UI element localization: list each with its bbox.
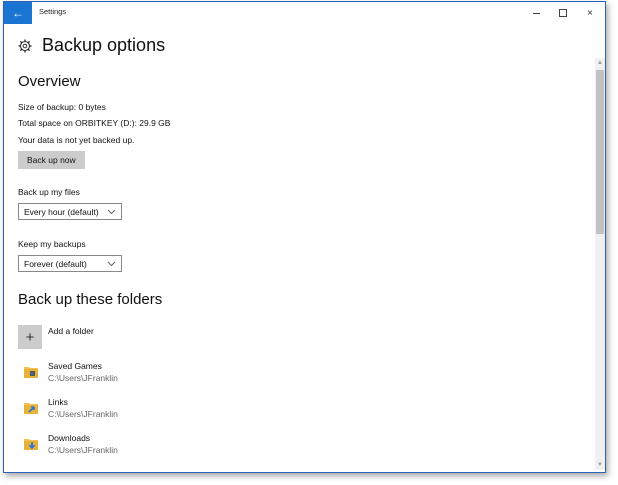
page-title: Backup options	[42, 35, 166, 55]
back-up-now-button[interactable]: Back up now	[18, 151, 85, 169]
folders-heading: Back up these folders	[18, 291, 163, 308]
add-folder-label[interactable]: Add a folder	[48, 326, 94, 336]
minimize-button[interactable]	[524, 4, 548, 22]
backup-status-text: Your data is not yet backed up.	[18, 135, 135, 145]
scroll-thumb[interactable]	[596, 70, 604, 234]
folder-path: C:\Users\JFranklin	[48, 445, 118, 455]
vertical-scrollbar[interactable]: ▲ ▼	[595, 58, 605, 470]
keep-backups-label: Keep my backups	[18, 239, 86, 249]
total-space-text: Total space on ORBITKEY (D:): 29.9 GB	[18, 118, 171, 128]
backup-frequency-label: Back up my files	[18, 187, 80, 197]
folder-path: C:\Users\JFranklin	[48, 409, 118, 419]
folder-item-saved-games[interactable]: Saved Games C:\Users\JFranklin	[18, 361, 318, 391]
scroll-up-icon[interactable]: ▲	[595, 58, 605, 68]
links-folder-icon	[24, 401, 38, 414]
scroll-down-icon[interactable]: ▼	[595, 460, 605, 470]
folder-path: C:\Users\JFranklin	[48, 373, 118, 383]
downloads-folder-icon	[24, 437, 38, 450]
folder-item-links[interactable]: Links C:\Users\JFranklin	[18, 397, 318, 427]
chevron-down-icon	[107, 203, 116, 226]
gear-icon	[18, 39, 32, 53]
app-title: Settings	[39, 7, 67, 16]
folder-item-downloads[interactable]: Downloads C:\Users\JFranklin	[18, 433, 318, 463]
back-button[interactable]: ←	[4, 2, 32, 24]
backup-frequency-value: Every hour (default)	[24, 207, 99, 217]
chevron-down-icon	[107, 255, 116, 278]
maximize-button[interactable]	[551, 4, 575, 22]
close-button[interactable]: ×	[578, 4, 602, 22]
back-arrow-icon: ←	[12, 6, 24, 20]
page-header: Backup options	[18, 35, 165, 56]
folder-name: Saved Games	[48, 361, 102, 371]
folder-name: Links	[48, 397, 68, 407]
keep-backups-value: Forever (default)	[24, 259, 87, 269]
title-bar: ← Settings ×	[4, 2, 605, 24]
settings-window: ← Settings × Backup options Overview Siz…	[3, 1, 606, 473]
backup-frequency-dropdown[interactable]: Every hour (default)	[18, 203, 122, 220]
keep-backups-dropdown[interactable]: Forever (default)	[18, 255, 122, 272]
minimize-icon	[532, 12, 540, 14]
maximize-icon	[559, 9, 567, 17]
add-folder-button[interactable]: +	[18, 325, 42, 349]
overview-heading: Overview	[18, 73, 81, 90]
backup-size-text: Size of backup: 0 bytes	[18, 102, 106, 112]
close-icon: ×	[587, 7, 593, 19]
folder-name: Downloads	[48, 433, 91, 443]
saved-games-folder-icon	[24, 365, 38, 378]
plus-icon: +	[25, 328, 35, 346]
